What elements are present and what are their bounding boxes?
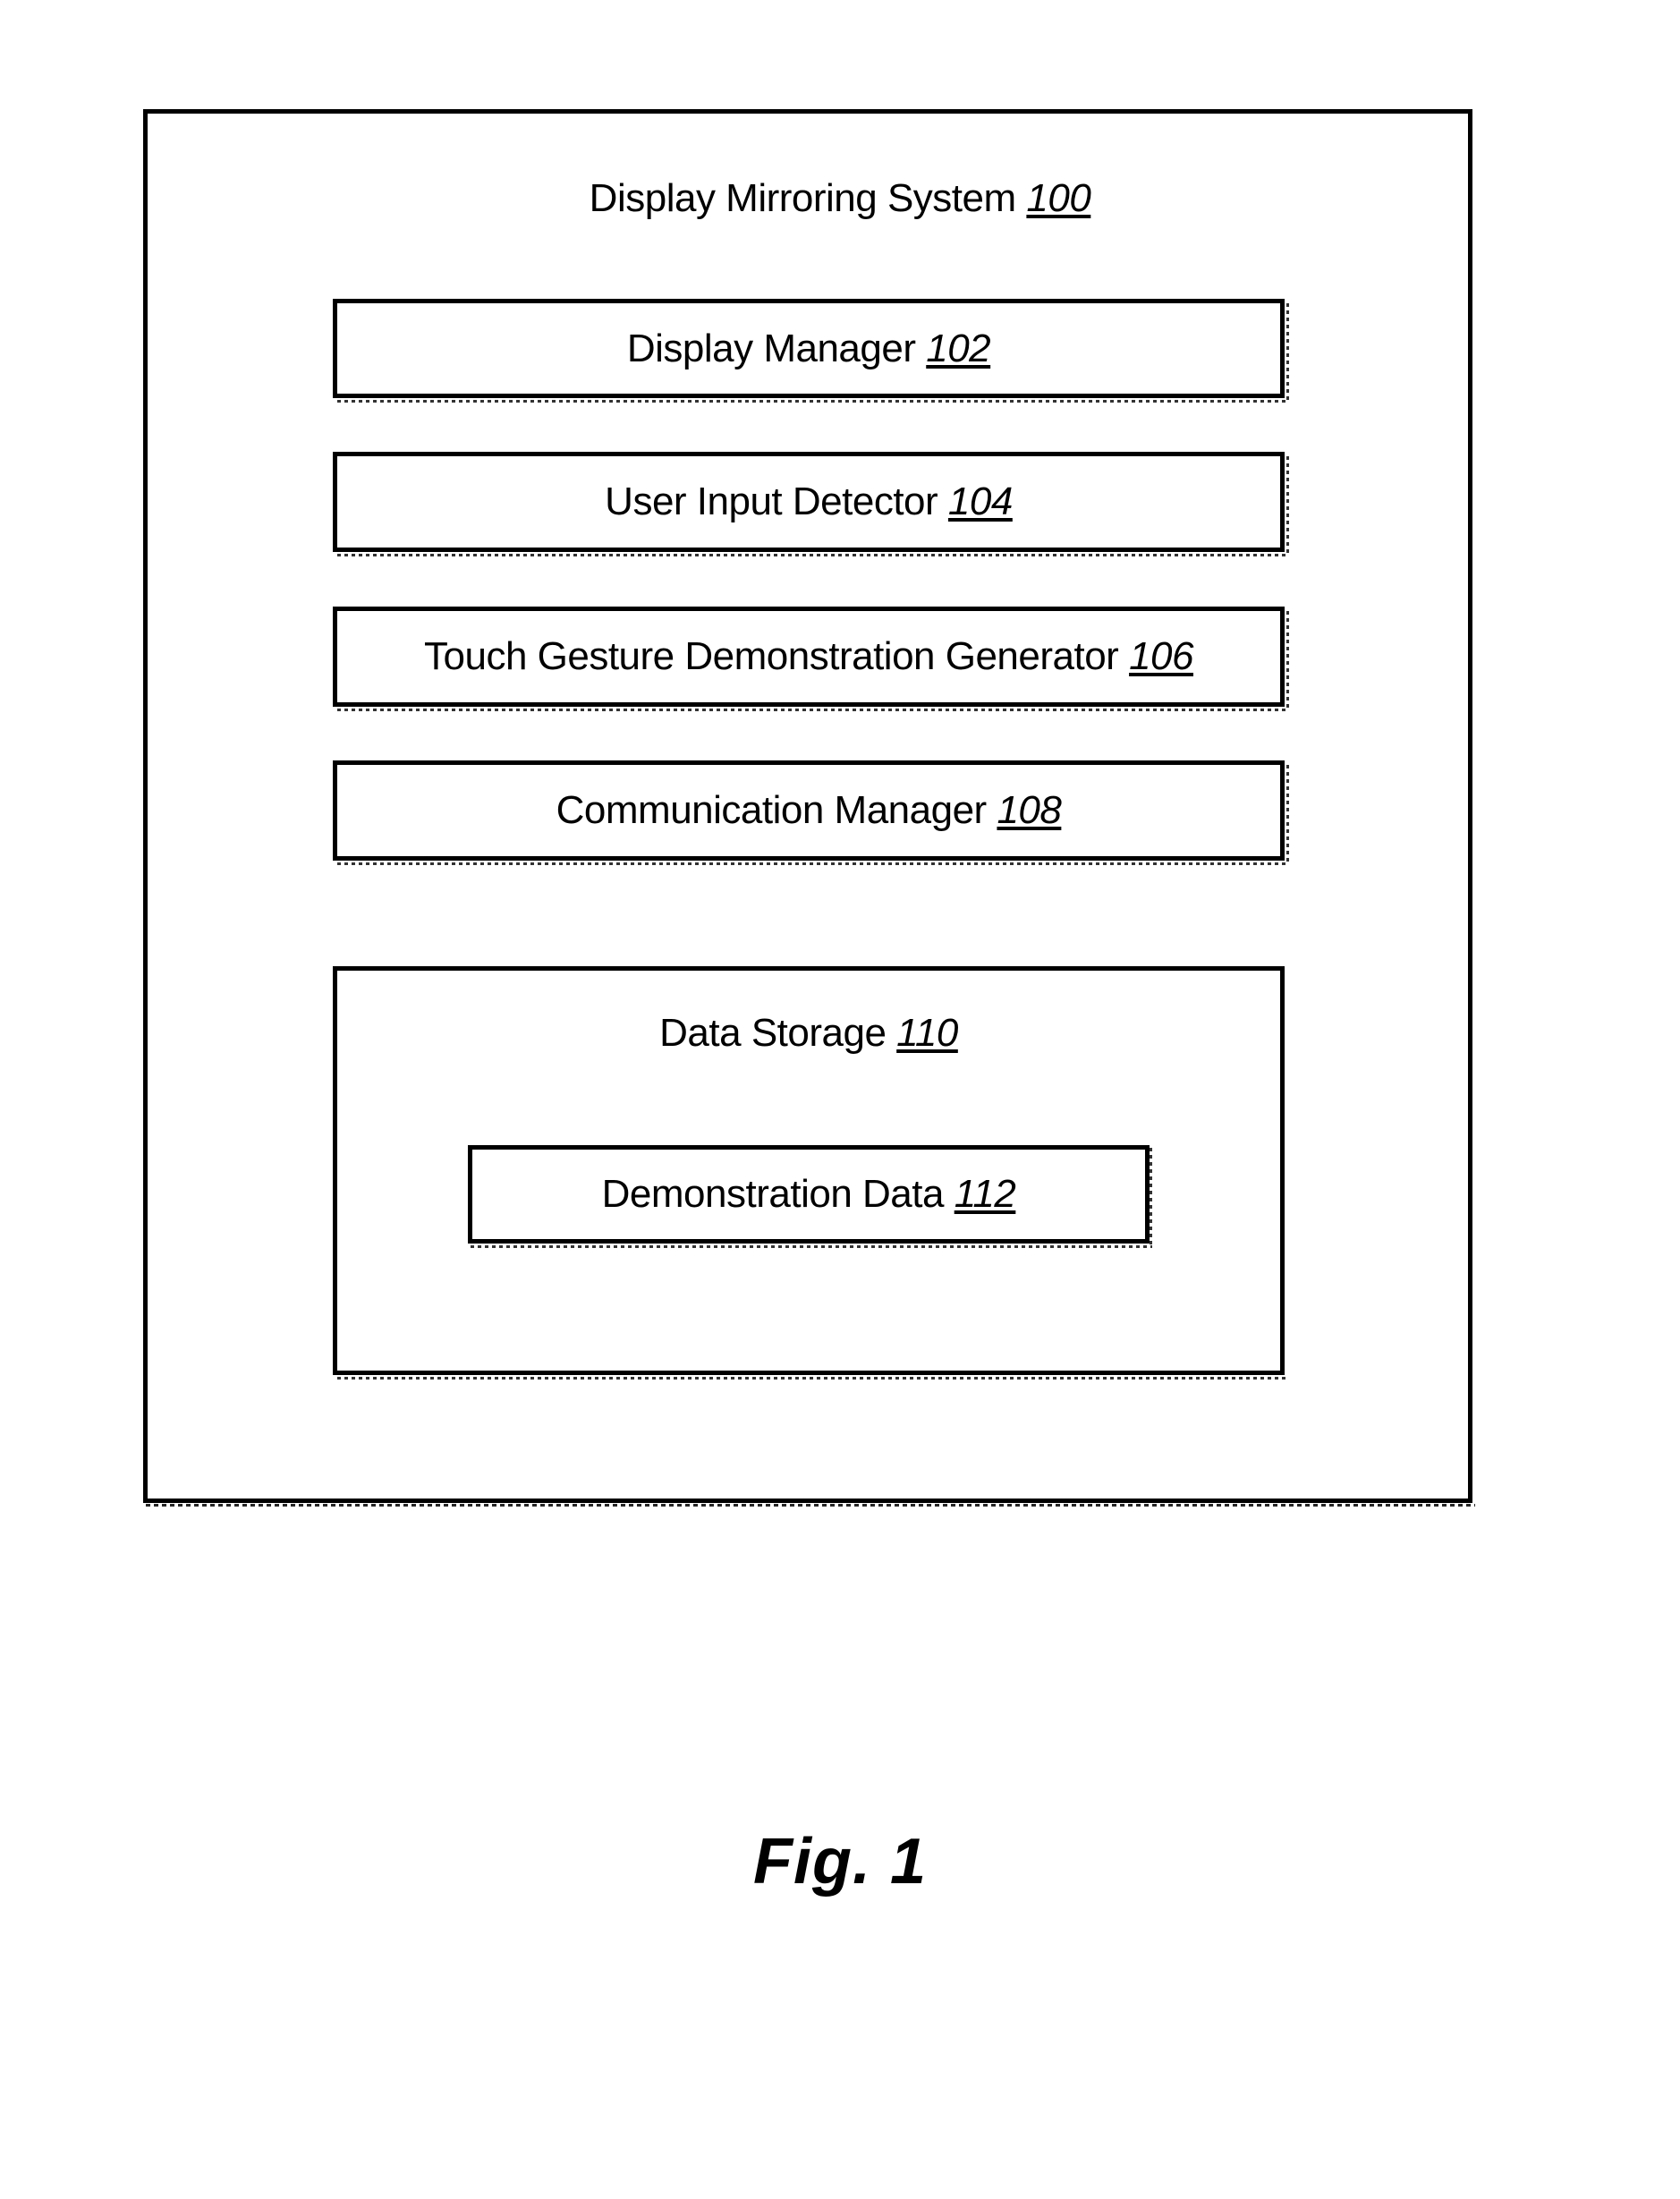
communication-manager-label: Communication Manager 108 (556, 791, 1062, 830)
data-storage-box-shadow (337, 1377, 1289, 1380)
user-input-detector-box-shadow (337, 554, 1289, 556)
component-box-user-input-detector: User Input Detector 104 (333, 452, 1285, 552)
communication-manager-box-shadow (337, 862, 1289, 865)
figure-page: Display Mirroring System 100 Display Man… (0, 0, 1680, 2199)
demonstration-data-ref: 112 (954, 1172, 1016, 1216)
component-box-demonstration-data: Demonstration Data 112 (468, 1145, 1150, 1244)
communication-manager-ref: 108 (997, 788, 1062, 832)
touch-gesture-text: Touch Gesture Demonstration Generator (424, 634, 1119, 678)
user-input-detector-ref: 104 (947, 480, 1013, 523)
component-box-display-manager: Display Manager 102 (333, 299, 1285, 398)
system-frame-shadow (146, 1504, 1475, 1507)
system-title-label: Display Mirroring System (589, 176, 1016, 220)
demonstration-data-label: Demonstration Data 112 (602, 1175, 1016, 1214)
touch-gesture-box-shadow (337, 709, 1289, 711)
display-manager-text: Display Manager (626, 326, 916, 370)
data-storage-ref: 110 (896, 1011, 958, 1055)
touch-gesture-box-shadow-right (1286, 611, 1289, 711)
display-manager-ref: 102 (926, 326, 991, 370)
display-manager-box-shadow-right (1286, 303, 1289, 403)
communication-manager-box-shadow-right (1286, 765, 1289, 865)
component-box-data-storage: Data Storage 110 Demonstration Data 112 (333, 966, 1285, 1375)
display-manager-label: Display Manager 102 (626, 326, 991, 370)
touch-gesture-ref: 106 (1129, 634, 1193, 678)
system-title-ref: 100 (1026, 176, 1091, 220)
data-storage-label: Data Storage 110 (337, 1014, 1280, 1053)
display-manager-box-shadow (337, 400, 1289, 403)
demonstration-data-box-shadow (471, 1245, 1152, 1248)
data-storage-text: Data Storage (659, 1011, 887, 1055)
user-input-detector-box-shadow-right (1286, 456, 1289, 556)
user-input-detector-label: User Input Detector 104 (605, 482, 1013, 522)
demonstration-data-text: Demonstration Data (601, 1172, 945, 1216)
communication-manager-text: Communication Manager (556, 788, 988, 832)
figure-caption: Fig. 1 (752, 1826, 927, 1898)
component-box-touch-gesture-demonstration-generator: Touch Gesture Demonstration Generator 10… (333, 607, 1285, 707)
component-box-communication-manager: Communication Manager 108 (333, 760, 1285, 861)
system-title: Display Mirroring System 100 (0, 179, 1680, 218)
touch-gesture-label: Touch Gesture Demonstration Generator 10… (424, 637, 1193, 676)
user-input-detector-text: User Input Detector (605, 480, 938, 523)
demonstration-data-box-shadow-right (1150, 1148, 1152, 1246)
